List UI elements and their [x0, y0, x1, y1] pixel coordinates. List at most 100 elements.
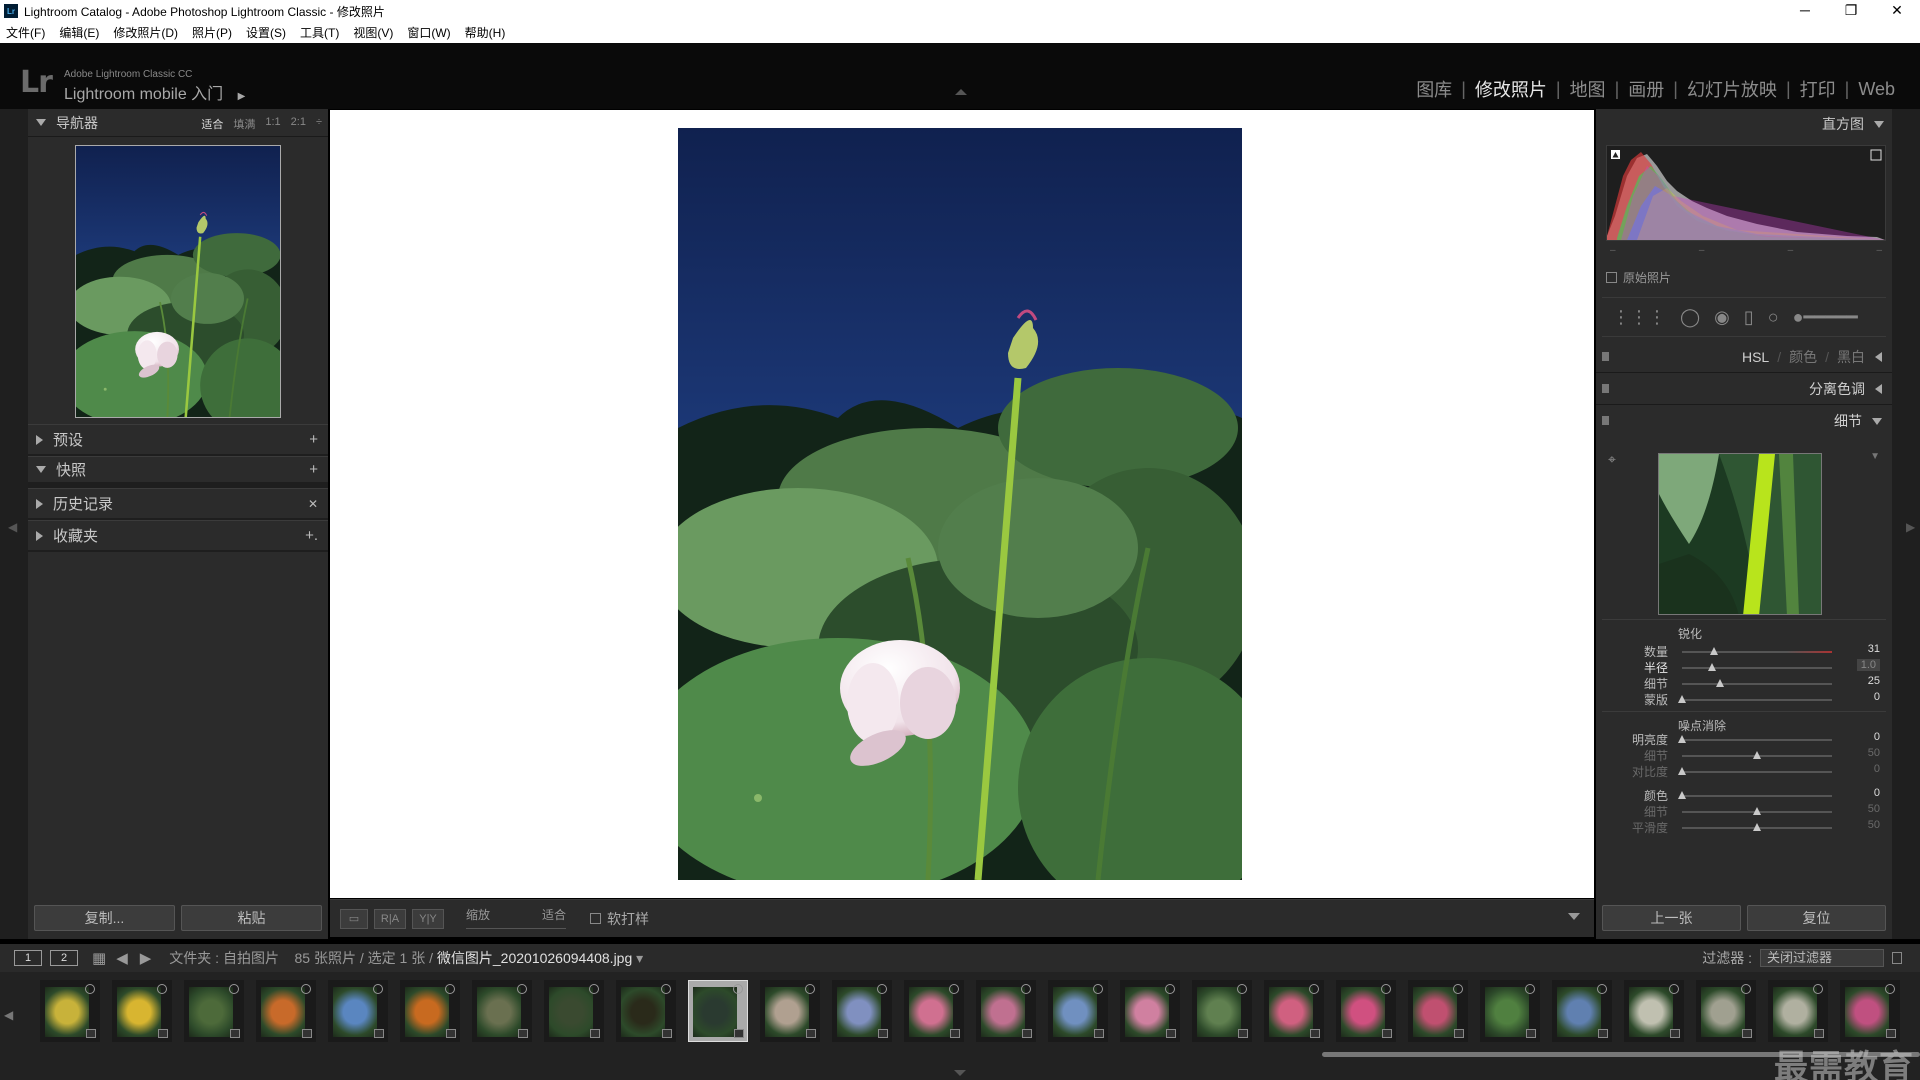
filter-dropdown[interactable]: 关闭过滤器: [1760, 949, 1884, 967]
menu-view[interactable]: 视图(V): [353, 24, 393, 41]
slider-knob[interactable]: [1708, 663, 1716, 671]
zoom-more-icon[interactable]: ÷: [316, 116, 322, 132]
radial-filter-icon[interactable]: ○: [1768, 307, 1779, 328]
slider-knob[interactable]: [1753, 807, 1761, 815]
filmstrip-thumbnail[interactable]: [256, 980, 316, 1042]
filmstrip-thumbnail[interactable]: [688, 980, 748, 1042]
filmstrip-thumbnail[interactable]: [1192, 980, 1252, 1042]
filmstrip-thumbnail[interactable]: [1696, 980, 1756, 1042]
menu-help[interactable]: 帮助(H): [465, 24, 506, 41]
slider-value[interactable]: 0: [1874, 787, 1880, 799]
detail-section[interactable]: 细节: [1596, 405, 1892, 437]
filmstrip-thumbnail[interactable]: [544, 980, 604, 1042]
filmstrip-thumbnail[interactable]: [112, 980, 172, 1042]
original-photo-toggle[interactable]: 原始照片: [1606, 269, 1671, 286]
collapse-top-icon[interactable]: [955, 89, 967, 95]
adjustment-brush-icon[interactable]: ●━━━━━: [1793, 307, 1858, 328]
grid-view-icon[interactable]: ▦: [92, 949, 106, 967]
slider-value[interactable]: 0: [1874, 731, 1880, 743]
slider-track[interactable]: [1678, 695, 1832, 703]
slider-row[interactable]: 对比度 0: [1596, 763, 1892, 781]
slider-value[interactable]: 25: [1868, 675, 1880, 687]
module-map[interactable]: 地图: [1561, 76, 1615, 102]
menu-photo[interactable]: 照片(P): [192, 24, 232, 41]
slider-knob[interactable]: [1753, 751, 1761, 759]
paste-settings-button[interactable]: 粘贴: [181, 905, 322, 931]
filmstrip-thumbnail[interactable]: [40, 980, 100, 1042]
histogram-header[interactable]: 直方图: [1596, 109, 1892, 139]
slider-knob[interactable]: [1678, 735, 1686, 743]
hsl-section[interactable]: HSL / 颜色 / 黑白: [1596, 341, 1892, 373]
navigator-header[interactable]: 导航器 适合 填满 1:1 2:1 ÷: [28, 109, 328, 137]
reset-button[interactable]: 复位: [1747, 905, 1886, 931]
slider-value[interactable]: 0: [1874, 691, 1880, 703]
restore-button[interactable]: ❐: [1828, 0, 1874, 22]
filmstrip-thumbnail[interactable]: [1048, 980, 1108, 1042]
module-develop[interactable]: 修改照片: [1466, 76, 1556, 102]
zoom-slider-track[interactable]: [466, 927, 566, 929]
mobile-get-started[interactable]: Lightroom mobile 入门 ▶: [64, 80, 245, 104]
filmstrip-thumbnail[interactable]: [1408, 980, 1468, 1042]
slider-knob[interactable]: [1753, 823, 1761, 831]
module-library[interactable]: 图库: [1407, 76, 1461, 102]
histogram-chart[interactable]: [1606, 145, 1886, 241]
minimize-button[interactable]: ─: [1782, 0, 1828, 22]
forward-arrow-icon[interactable]: ▶: [140, 949, 152, 967]
slider-track[interactable]: [1682, 807, 1832, 815]
filmstrip-thumbnail[interactable]: [1624, 980, 1684, 1042]
slider-value[interactable]: 1.0: [1856, 659, 1880, 671]
slider-value[interactable]: 31: [1868, 643, 1880, 655]
previous-settings-button[interactable]: 上一张: [1602, 905, 1741, 931]
slider-value[interactable]: 50: [1868, 819, 1880, 831]
toolbar-content-dropdown-icon[interactable]: [1568, 913, 1580, 920]
menu-edit[interactable]: 编辑(E): [59, 24, 99, 41]
filmstrip-thumbnail[interactable]: [1768, 980, 1828, 1042]
slider-knob[interactable]: [1678, 791, 1686, 799]
history-section[interactable]: 历史记录 ✕: [28, 488, 328, 520]
slider-row[interactable]: 平滑度 50: [1596, 819, 1892, 837]
slider-track[interactable]: [1678, 735, 1832, 743]
left-panel-toggle-icon[interactable]: ◀: [8, 520, 17, 534]
slider-knob[interactable]: [1678, 767, 1686, 775]
primary-window-button[interactable]: 1: [14, 950, 42, 966]
filmstrip-thumbnail[interactable]: [472, 980, 532, 1042]
add-preset-icon[interactable]: +: [309, 431, 318, 448]
module-book[interactable]: 画册: [1619, 76, 1673, 102]
loupe-view-icon[interactable]: ▭: [340, 908, 368, 929]
filmstrip-thumbnail[interactable]: [400, 980, 460, 1042]
slider-track[interactable]: [1682, 679, 1832, 687]
clear-history-icon[interactable]: ✕: [308, 497, 318, 511]
source-path[interactable]: 文件夹 : 自拍图片 85 张照片 / 选定 1 张 / 微信图片_202010…: [169, 948, 643, 968]
filmstrip-thumbnail[interactable]: [1840, 980, 1900, 1042]
filmstrip-thumbnail[interactable]: [1264, 980, 1324, 1042]
filename-dropdown-icon[interactable]: ▾: [636, 950, 643, 966]
filmstrip-thumbnail[interactable]: [616, 980, 676, 1042]
filter-lock-icon[interactable]: [1892, 952, 1902, 964]
slider-value[interactable]: 0: [1874, 763, 1880, 775]
zoom-fit[interactable]: 适合: [201, 116, 223, 132]
module-print[interactable]: 打印: [1791, 76, 1845, 102]
slider-knob[interactable]: [1678, 695, 1686, 703]
color-tab[interactable]: 颜色: [1789, 347, 1817, 367]
menu-settings[interactable]: 设置(S): [246, 24, 286, 41]
main-photo[interactable]: [678, 128, 1242, 880]
menu-develop[interactable]: 修改照片(D): [113, 24, 178, 41]
soft-proof-checkbox[interactable]: [590, 913, 601, 924]
close-button[interactable]: ✕: [1874, 0, 1920, 22]
snapshots-section[interactable]: 快照 +: [28, 456, 328, 488]
image-canvas[interactable]: [330, 110, 1594, 898]
slider-row[interactable]: 蒙版 0: [1596, 691, 1892, 709]
filmstrip-thumbnail[interactable]: [1552, 980, 1612, 1042]
filmstrip-thumbnail[interactable]: [184, 980, 244, 1042]
zoom-fill[interactable]: 填满: [233, 116, 255, 132]
back-arrow-icon[interactable]: ◀: [116, 949, 128, 967]
add-collection-icon[interactable]: +.: [305, 527, 318, 544]
filmstrip-thumbnail[interactable]: [904, 980, 964, 1042]
filmstrip-thumbnail[interactable]: [328, 980, 388, 1042]
detail-zoom-preview[interactable]: [1658, 453, 1822, 615]
presets-section[interactable]: 预设 +: [28, 424, 328, 456]
spot-removal-icon[interactable]: ◯: [1680, 307, 1700, 328]
filmstrip-thumbnail[interactable]: [760, 980, 820, 1042]
filmstrip-thumbnail[interactable]: [976, 980, 1036, 1042]
copy-settings-button[interactable]: 复制...: [34, 905, 175, 931]
